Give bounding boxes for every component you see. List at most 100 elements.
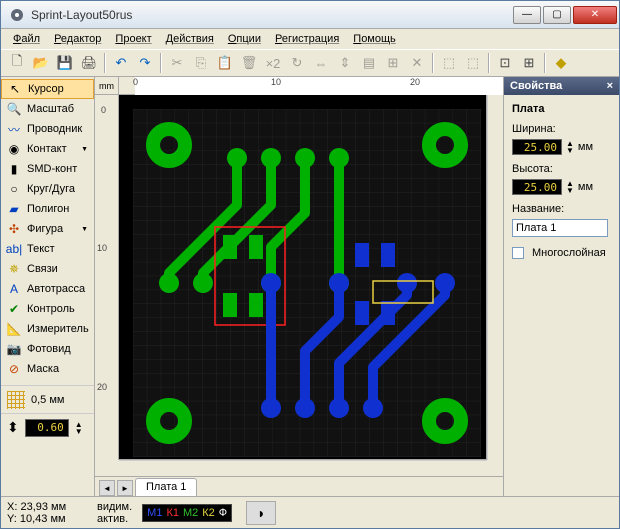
menu-project[interactable]: Проект — [109, 31, 157, 47]
properties-panel: Свойства × Плата Ширина: 25.00 ▲▼ мм Выс… — [503, 77, 619, 496]
layer-vis-labels: видим.актив. — [97, 501, 132, 525]
minimize-button[interactable]: — — [513, 6, 541, 24]
tool-icon: 〰 — [7, 122, 21, 136]
tool-Маска[interactable]: ⊘Маска — [1, 359, 94, 379]
copy-button[interactable]: ⎘ — [190, 52, 212, 74]
ground-plane-button[interactable]: ◗ — [246, 501, 276, 525]
ungroup-button[interactable]: ⬚ — [462, 52, 484, 74]
window-title: Sprint-Layout50rus — [31, 8, 513, 22]
name-input[interactable] — [512, 219, 608, 237]
group-button[interactable]: ⬚ — [438, 52, 460, 74]
tool-label: Измеритель — [27, 323, 89, 335]
tool-Контакт[interactable]: ◉Контакт▼ — [1, 139, 94, 159]
zoom-fit-button[interactable]: ⊡ — [494, 52, 516, 74]
dropdown-icon: ▼ — [81, 226, 88, 233]
tool-Контроль[interactable]: ✔Контроль — [1, 299, 94, 319]
board-tab[interactable]: Плата 1 — [135, 478, 197, 496]
menubar: Файл Редактор Проект Действия Опции Реги… — [1, 29, 619, 49]
menu-editor[interactable]: Редактор — [48, 31, 107, 47]
tool-label: Полигон — [27, 203, 69, 215]
component-button[interactable]: ⊞ — [518, 52, 540, 74]
height-spinner[interactable]: ▲▼ — [566, 180, 574, 194]
tab-prev-button[interactable]: ◄ — [99, 480, 115, 496]
tool-icon: 📷 — [7, 342, 21, 356]
tool-Проводник[interactable]: 〰 Проводник — [1, 119, 94, 139]
snap-button[interactable]: ⊞ — [382, 52, 404, 74]
tool-Связи[interactable]: ✵Связи — [1, 259, 94, 279]
height-input[interactable]: 25.00 — [512, 179, 562, 195]
name-label: Название: — [512, 203, 611, 215]
grid-label: 0,5 мм — [31, 394, 64, 406]
tool-Автотрасса[interactable]: A Автотрасса — [1, 279, 94, 299]
coordinates: X: 23,93 мм Y: 10,43 мм — [7, 501, 87, 525]
menu-file[interactable]: Файл — [7, 31, 46, 47]
dropdown-icon: ▼ — [81, 146, 88, 153]
tool-icon: ▮ — [7, 162, 21, 176]
tool-label: Масштаб — [27, 103, 74, 115]
tool-Полигон[interactable]: ▰Полигон — [1, 199, 94, 219]
info-button[interactable]: ◆ — [550, 52, 572, 74]
tool-Фигура[interactable]: ✣Фигура▼ — [1, 219, 94, 239]
tab-next-button[interactable]: ► — [117, 480, 133, 496]
pcb-canvas[interactable] — [119, 95, 487, 460]
tool-label: Маска — [27, 363, 59, 375]
tool-Курсор[interactable]: ↖ Курсор — [1, 79, 94, 99]
app-icon — [9, 7, 25, 23]
track-width-value[interactable]: 0.60 — [25, 419, 69, 437]
main-toolbar: 🗋 📂 💾 🖨 ↶ ↷ ✂ ⎘ 📋 🗑 ×2 ↻ ⇔ ⇕ ▤ ⊞ ✕ ⬚ ⬚ ⊡… — [1, 49, 619, 77]
tool-Текст[interactable]: ab|Текст — [1, 239, 94, 259]
track-width-spinner[interactable]: ▲▼ — [75, 421, 83, 435]
tool-panel: ↖ Курсор 🔍 Масштаб 〰 Проводник ◉Контакт▼▮SMD-к… — [1, 77, 95, 496]
tool-icon: 🔍 — [7, 102, 21, 116]
menu-actions[interactable]: Действия — [160, 31, 220, 47]
print-button[interactable]: 🖨 — [78, 52, 100, 74]
width-input[interactable]: 25.00 — [512, 139, 562, 155]
menu-options[interactable]: Опции — [222, 31, 267, 47]
tool-Круг/Дуга[interactable]: ○Круг/Дуга — [1, 179, 94, 199]
track-width-setting[interactable]: ⬍ 0.60 ▲▼ — [1, 413, 94, 441]
tool-Измеритель[interactable]: 📐Измеритель — [1, 319, 94, 339]
undo-button[interactable]: ↶ — [110, 52, 132, 74]
multilayer-label: Многослойная — [532, 247, 606, 259]
layer-selector[interactable]: M1 К1 М2 К2 Ф — [142, 504, 232, 522]
tool-Фотовид[interactable]: 📷Фотовид — [1, 339, 94, 359]
grid-setting[interactable]: 0,5 мм — [1, 385, 94, 413]
editor-area: mm 0 10 20 0 10 20 — [95, 77, 503, 496]
mirror-h-button[interactable]: ⇔ — [310, 52, 332, 74]
properties-header: Свойства × — [504, 77, 619, 95]
tool-label: Курсор — [28, 83, 64, 95]
align-button[interactable]: ▤ — [358, 52, 380, 74]
rotate-button[interactable]: ↻ — [286, 52, 308, 74]
paste-button[interactable]: 📋 — [214, 52, 236, 74]
new-button[interactable]: 🗋 — [6, 52, 28, 74]
delete-button[interactable]: 🗑 — [238, 52, 260, 74]
properties-close-button[interactable]: × — [607, 80, 613, 92]
tool-SMD-конт[interactable]: ▮SMD-конт — [1, 159, 94, 179]
cut-button[interactable]: ✂ — [166, 52, 188, 74]
tool-label: Фигура — [27, 223, 63, 235]
menu-help[interactable]: Помощь — [347, 31, 402, 47]
tool-icon: ↖ — [8, 82, 22, 96]
redo-button[interactable]: ↷ — [134, 52, 156, 74]
scrollbar-vertical[interactable] — [487, 95, 503, 460]
tool-label: Автотрасса — [27, 283, 85, 295]
tool-icon: ✵ — [7, 262, 21, 276]
save-button[interactable]: 💾 — [54, 52, 76, 74]
tool-label: Проводник — [27, 123, 82, 135]
menu-registration[interactable]: Регистрация — [269, 31, 345, 47]
duplicate-button[interactable]: ×2 — [262, 52, 284, 74]
mirror-v-button[interactable]: ⇕ — [334, 52, 356, 74]
tool-icon: A — [7, 282, 21, 296]
scrollbar-horizontal[interactable] — [119, 460, 487, 476]
maximize-button[interactable]: ▢ — [543, 6, 571, 24]
tool-Масштаб[interactable]: 🔍 Масштаб — [1, 99, 94, 119]
app-window: Sprint-Layout50rus — ▢ ✕ Файл Редактор П… — [0, 0, 620, 529]
titlebar[interactable]: Sprint-Layout50rus — ▢ ✕ — [1, 1, 619, 29]
tool-label: Круг/Дуга — [27, 183, 75, 195]
remove-conn-button[interactable]: ✕ — [406, 52, 428, 74]
width-spinner[interactable]: ▲▼ — [566, 140, 574, 154]
properties-title: Плата — [512, 103, 611, 115]
open-button[interactable]: 📂 — [30, 52, 52, 74]
multilayer-checkbox[interactable] — [512, 247, 524, 259]
close-button[interactable]: ✕ — [573, 6, 617, 24]
